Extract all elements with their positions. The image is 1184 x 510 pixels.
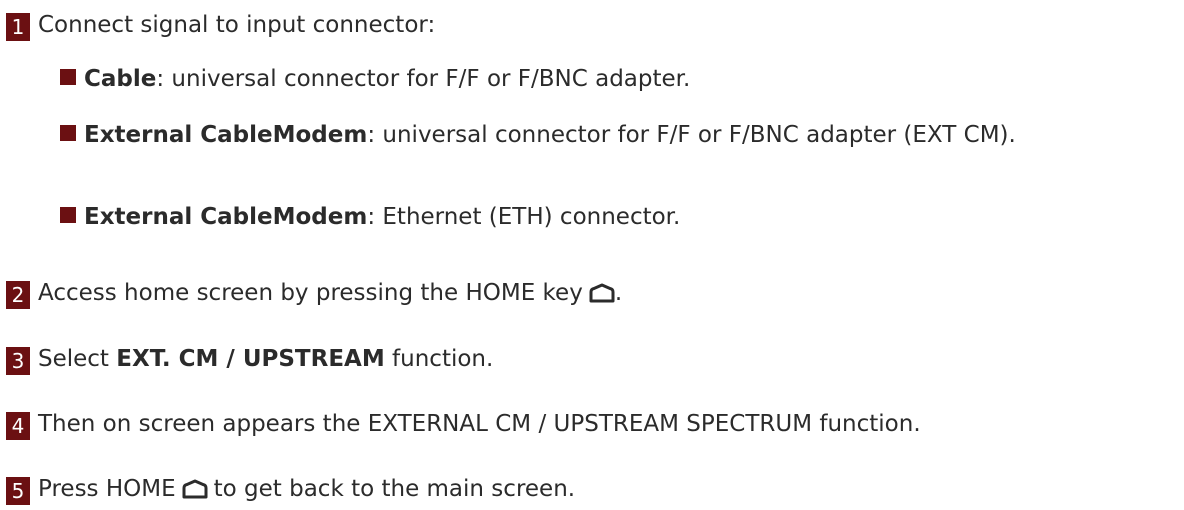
function-name: EXT. CM / UPSTREAM <box>116 346 385 372</box>
step-text-pre: Press HOME <box>38 476 176 502</box>
step-number: 3 <box>6 347 30 375</box>
bullet-square-icon <box>60 69 76 85</box>
bullet-item-external-cablemodem-rf: External CableModem: universal connector… <box>60 120 1170 151</box>
bullet-item-cable: Cable: universal connector for F/F or F/… <box>60 64 1170 95</box>
step-text-pre: Select <box>38 346 117 372</box>
step-text: Access home screen by pressing the HOME … <box>38 280 583 306</box>
step-4: 4 Then on screen appears the EXTERNAL CM … <box>6 409 921 440</box>
bullet-item-external-cablemodem-eth: External CableModem: Ethernet (ETH) conn… <box>60 202 1170 233</box>
step-number: 1 <box>6 13 30 41</box>
step-number: 4 <box>6 412 30 440</box>
step-1: 1 Connect signal to input connector: <box>6 10 435 41</box>
step-2: 2 Access home screen by pressing the HOME… <box>6 278 622 312</box>
step-text-post: function. <box>384 346 494 372</box>
bullet-square-icon <box>60 125 76 141</box>
step-number: 2 <box>6 281 30 309</box>
home-key-icon <box>182 477 208 508</box>
step-text-post: to get back to the main screen. <box>213 476 576 502</box>
bullet-text: : Ethernet (ETH) connector. <box>367 204 681 230</box>
home-key-icon <box>589 281 615 312</box>
bullet-square-icon <box>60 207 76 223</box>
bullet-term: External CableModem <box>84 122 368 148</box>
bullet-text: : universal connector for F/F or F/BNC a… <box>367 122 1016 148</box>
step-text: Then on screen appears the EXTERNAL CM /… <box>38 411 921 437</box>
step-text-end: . <box>614 280 623 306</box>
step-text: Connect signal to input connector: <box>38 12 436 38</box>
bullet-term: Cable <box>84 66 157 92</box>
step-3: 3 Select EXT. CM / UPSTREAM function. <box>6 344 493 375</box>
bullet-term: External CableModem <box>84 204 368 230</box>
step-number: 5 <box>6 477 30 505</box>
step-5: 5 Press HOME to get back to the main scree… <box>6 474 575 508</box>
bullet-text: : universal connector for F/F or F/BNC a… <box>156 66 691 92</box>
